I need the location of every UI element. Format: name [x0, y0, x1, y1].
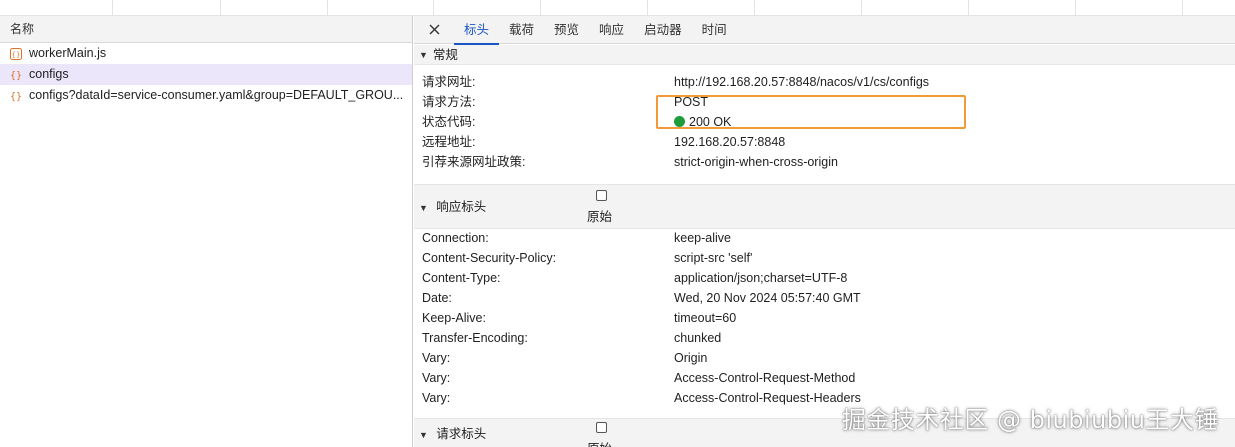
section-title: 响应标头	[436, 200, 487, 214]
svg-text:{}: {}	[10, 70, 22, 81]
general-row: 请求网址: http://192.168.20.57:8848/nacos/v1…	[414, 72, 1235, 92]
section-title: 常规	[432, 47, 458, 62]
status-code-text: 200 OK	[689, 115, 732, 129]
timeline-tick	[433, 0, 434, 16]
header-key: Transfer-Encoding:	[422, 331, 528, 345]
referrer-policy-value: strict-origin-when-cross-origin	[674, 155, 838, 169]
status-code-value: 200 OK	[674, 112, 731, 132]
request-url-value: http://192.168.20.57:8848/nacos/v1/cs/co…	[674, 75, 930, 89]
response-header-row: Content-Type: application/json;charset=U…	[414, 268, 1235, 288]
detail-tabbar: 标头 载荷 预览 响应 启动器 时间	[414, 16, 1235, 45]
header-key: 远程地址:	[422, 135, 476, 149]
expand-caret-icon: ▼	[419, 49, 428, 60]
tab-preview[interactable]: 预览	[544, 16, 589, 44]
header-value: Origin	[674, 351, 708, 365]
raw-checkbox[interactable]	[595, 422, 607, 433]
close-icon[interactable]	[426, 22, 442, 38]
general-row: 请求方法: POST	[414, 92, 1235, 112]
header-key: 引荐来源网址政策:	[422, 155, 526, 169]
tab-headers[interactable]: 标头	[454, 16, 500, 45]
request-detail-panel: 标头 载荷 预览 响应 启动器 时间 ▼ 常规 请求网址: http://192…	[414, 16, 1235, 447]
svg-text:{}: {}	[12, 50, 21, 58]
raw-toggle[interactable]: 原始	[587, 190, 613, 225]
expand-caret-icon: ▼	[419, 430, 428, 440]
request-label: configs	[29, 67, 69, 81]
fetch-icon: {}	[10, 69, 22, 81]
timeline-tick	[861, 0, 862, 16]
header-key: Vary:	[422, 371, 451, 385]
watermark: 掘金技术社区 @ biubiubiu王大锤	[841, 406, 1219, 434]
svg-text:{}: {}	[10, 91, 22, 102]
timeline-tick	[220, 0, 221, 16]
headers-content: ▼ 常规 请求网址: http://192.168.20.57:8848/nac…	[414, 45, 1235, 447]
raw-checkbox[interactable]	[595, 190, 607, 201]
tab-payload[interactable]: 载荷	[499, 16, 544, 44]
timeline-tick	[327, 0, 328, 16]
timeline-tick	[754, 0, 755, 16]
response-header-row: Keep-Alive: timeout=60	[414, 308, 1235, 328]
header-value: chunked	[674, 331, 722, 345]
header-key: Date:	[422, 291, 452, 305]
header-key: 状态代码:	[422, 115, 476, 129]
request-row-workermain[interactable]: {} workerMain.js	[0, 43, 412, 64]
raw-label: 原始	[587, 438, 612, 447]
timeline-tick	[647, 0, 648, 16]
tab-timing[interactable]: 时间	[692, 16, 737, 44]
expand-caret-icon: ▼	[419, 203, 428, 213]
general-row: 远程地址: 192.168.20.57:8848	[414, 132, 1235, 152]
response-header-row: Connection: keep-alive	[414, 228, 1235, 248]
response-header-row: Date: Wed, 20 Nov 2024 05:57:40 GMT	[414, 288, 1235, 308]
header-key: Content-Type:	[422, 271, 501, 285]
header-value: Access-Control-Request-Headers	[674, 391, 861, 405]
header-key: Connection:	[422, 231, 489, 245]
header-value: Wed, 20 Nov 2024 05:57:40 GMT	[674, 291, 861, 305]
raw-label: 原始	[587, 210, 613, 224]
header-key: Keep-Alive:	[422, 311, 486, 325]
timeline-tick	[968, 0, 969, 16]
request-label: configs?dataId=service-consumer.yaml&gro…	[29, 88, 404, 102]
name-column-header[interactable]: 名称	[0, 16, 412, 43]
section-title: 请求标头	[436, 427, 487, 441]
header-key: Content-Security-Policy:	[422, 251, 557, 265]
header-value: timeout=60	[674, 311, 737, 325]
request-label: workerMain.js	[29, 46, 107, 60]
timeline-tick	[540, 0, 541, 16]
header-value: Access-Control-Request-Method	[674, 371, 856, 385]
response-header-row: Vary: Origin	[414, 348, 1235, 368]
request-list-panel: 名称 {} workerMain.js {} configs {} config…	[0, 16, 413, 447]
status-ok-icon	[674, 116, 685, 127]
timeline-strip	[0, 0, 1235, 16]
header-key: Vary:	[422, 391, 451, 405]
response-headers-section-header[interactable]: ▼ 响应标头 原始	[414, 184, 1235, 229]
timeline-tick	[1075, 0, 1076, 16]
header-value: script-src 'self'	[674, 251, 753, 265]
response-header-row: Transfer-Encoding: chunked	[414, 328, 1235, 348]
timeline-tick	[1182, 0, 1183, 16]
request-method-value: POST	[674, 95, 709, 109]
script-file-icon: {}	[10, 47, 22, 60]
request-row-configs[interactable]: {} configs	[0, 64, 412, 85]
response-header-row: Content-Security-Policy: script-src 'sel…	[414, 248, 1235, 268]
remote-address-value: 192.168.20.57:8848	[674, 135, 786, 149]
header-key: Vary:	[422, 351, 451, 365]
general-row: 状态代码: 200 OK	[414, 112, 1235, 132]
timeline-tick	[112, 0, 113, 16]
request-row-configs-query[interactable]: {} configs?dataId=service-consumer.yaml&…	[0, 85, 412, 106]
header-key: 请求方法:	[422, 95, 476, 109]
header-value: application/json;charset=UTF-8	[674, 271, 848, 285]
header-key: 请求网址:	[422, 75, 476, 89]
general-row: 引荐来源网址政策: strict-origin-when-cross-origi…	[414, 152, 1235, 172]
tab-initiator[interactable]: 启动器	[634, 16, 692, 44]
fetch-icon: {}	[10, 90, 22, 102]
general-section-header[interactable]: ▼ 常规	[414, 45, 1235, 65]
response-header-row: Vary: Access-Control-Request-Method	[414, 368, 1235, 388]
raw-toggle[interactable]: 原始	[587, 422, 612, 447]
tab-response[interactable]: 响应	[589, 16, 634, 44]
header-value: keep-alive	[674, 231, 731, 245]
